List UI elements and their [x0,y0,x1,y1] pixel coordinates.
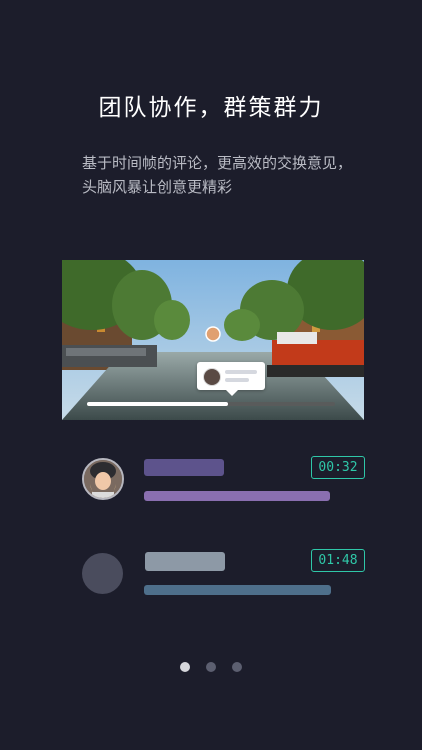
page-dot[interactable] [206,662,216,672]
video-preview[interactable] [62,260,364,420]
comment-timestamp-badge[interactable]: 00:32 [311,456,365,479]
commenter-name-placeholder [144,459,224,476]
page-indicator [0,662,422,672]
comment-timestamp-badge[interactable]: 01:48 [311,549,365,572]
comment-marker-bubble[interactable] [197,362,265,396]
video-progress-bar[interactable] [87,402,335,406]
comment-text-placeholder [144,585,331,595]
page-dot[interactable] [180,662,190,672]
commenter-name-placeholder [145,552,225,571]
bubble-text-placeholder [225,378,249,382]
commenter-avatar [82,458,124,500]
comment-text-placeholder [144,491,330,501]
commenter-avatar-placeholder [82,553,123,594]
canal-scene-image [62,260,364,420]
page-dot[interactable] [232,662,242,672]
page-subtitle: 基于时间帧的评论，更高效的交换意见，头脑风暴让创意更精彩 [82,154,353,196]
bubble-text-placeholder [225,370,257,374]
video-progress-fill [87,402,229,406]
bubble-avatar [203,368,221,386]
page-title: 团队协作，群策群力 [98,95,324,121]
